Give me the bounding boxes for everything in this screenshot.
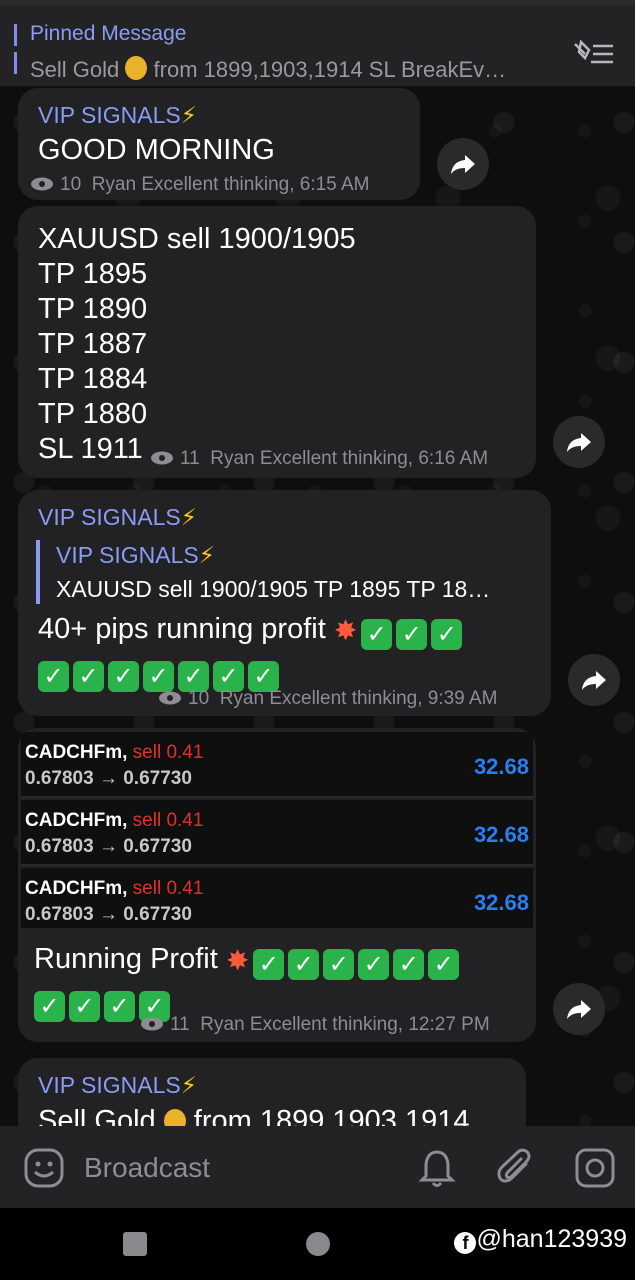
pinned-indicator: [14, 24, 17, 76]
check-icon: ✓: [323, 949, 355, 980]
reply-quote[interactable]: VIP SIGNALS⚡ XAUUSD sell 1900/1905 TP 18…: [36, 540, 490, 604]
check-icon: ✓: [428, 949, 460, 980]
message-text: Running Profit ✸ ✓ ✓ ✓ ✓ ✓ ✓ ✓ ✓ ✓ ✓: [34, 942, 524, 1022]
message-bubble[interactable]: XAUUSD sell 1900/1905 TP 1895 TP 1890 TP…: [18, 206, 536, 478]
pinned-title: Pinned Message: [30, 22, 187, 45]
camera-icon[interactable]: [575, 1148, 615, 1188]
check-icon: ✓: [104, 991, 135, 1022]
pinned-text: Sell Gold from 1899,1903,1914 SL BreakEv…: [30, 56, 507, 82]
message-text: GOOD MORNING: [38, 134, 275, 166]
check-icon: ✓: [358, 949, 390, 980]
check-icon: ✓: [361, 619, 393, 650]
bell-icon[interactable]: [418, 1148, 456, 1188]
lightning-icon: ⚡: [180, 1073, 197, 1099]
forward-button[interactable]: [553, 416, 605, 468]
check-icon: ✓: [38, 661, 69, 692]
forward-button[interactable]: [568, 654, 620, 706]
message-bubble[interactable]: VIP SIGNALS⚡ GOOD MORNING 10 Ryan Excell…: [18, 88, 420, 200]
check-icon: ✓: [431, 619, 463, 650]
lightning-icon: ⚡: [198, 543, 215, 569]
share-icon: [567, 1000, 591, 1019]
sender-name: VIP SIGNALS⚡: [38, 102, 197, 129]
attach-icon[interactable]: [496, 1148, 536, 1188]
lightning-icon: ⚡: [180, 103, 197, 129]
message-meta: 11 Ryan Excellent thinking, 6:16 AM: [150, 448, 488, 470]
share-icon: [567, 433, 591, 452]
medal-icon: [125, 56, 148, 80]
medal-icon: [163, 1109, 186, 1126]
system-nav-bar: f @han123939: [0, 1208, 635, 1280]
check-icon: ✓: [288, 949, 320, 980]
share-icon: [451, 155, 475, 174]
broadcast-input[interactable]: Broadcast: [84, 1152, 210, 1184]
views-icon: [31, 177, 53, 191]
message-meta: 10 Ryan Excellent thinking, 6:15 AM: [30, 174, 369, 196]
sender-name: VIP SIGNALS⚡: [38, 1072, 197, 1099]
lightning-icon: ⚡: [180, 505, 197, 531]
views-icon: [159, 691, 181, 705]
pinned-message-bar[interactable]: Pinned Message Sell Gold from 1899,1903,…: [0, 0, 635, 86]
sender-name: VIP SIGNALS⚡: [38, 504, 197, 531]
message-bubble[interactable]: VIP SIGNALS⚡ Sell Gold from 1899,1903,19…: [18, 1058, 526, 1126]
home-button[interactable]: [306, 1232, 330, 1256]
collision-icon: ✸: [225, 944, 250, 977]
share-icon: [582, 671, 606, 690]
views-icon: [141, 1017, 163, 1031]
message-bubble[interactable]: CADCHFm, sell 0.41 0.67803 → 0.67730 32.…: [18, 728, 536, 1042]
collision-icon: ✸: [333, 614, 358, 647]
message-bubble[interactable]: VIP SIGNALS⚡ VIP SIGNALS⚡ XAUUSD sell 19…: [18, 490, 551, 716]
watermark: f @han123939: [454, 1225, 627, 1254]
forward-button[interactable]: [437, 138, 489, 190]
message-text: XAUUSD sell 1900/1905 TP 1895 TP 1890 TP…: [38, 223, 356, 465]
pinned-list-icon[interactable]: [573, 40, 615, 66]
check-icon: ✓: [69, 991, 100, 1022]
message-meta: 11 Ryan Excellent thinking, 12:27 PM: [140, 1014, 490, 1036]
check-icon: ✓: [108, 661, 139, 692]
check-icon: ✓: [393, 949, 425, 980]
views-icon: [151, 451, 173, 465]
forward-button[interactable]: [553, 983, 605, 1035]
recents-button[interactable]: [123, 1232, 147, 1256]
check-icon: ✓: [253, 949, 285, 980]
emoji-icon[interactable]: [24, 1148, 64, 1188]
reply-text: XAUUSD sell 1900/1905 TP 1895 TP 18…: [56, 576, 491, 602]
trade-row: CADCHFm, sell 0.41 0.67803 → 0.67730 32.…: [21, 800, 533, 866]
check-icon: ✓: [34, 991, 65, 1022]
trade-screenshot[interactable]: CADCHFm, sell 0.41 0.67803 → 0.67730 32.…: [18, 728, 536, 928]
trade-row: CADCHFm, sell 0.41 0.67803 → 0.67730 32.…: [21, 868, 533, 928]
check-icon: ✓: [396, 619, 428, 650]
input-bar: Broadcast: [0, 1126, 635, 1208]
chat-area[interactable]: VIP SIGNALS⚡ GOOD MORNING 10 Ryan Excell…: [0, 86, 635, 1126]
trade-row: CADCHFm, sell 0.41 0.67803 → 0.67730 32.…: [21, 732, 533, 798]
message-text: Sell Gold from 1899,1903,1914: [38, 1104, 470, 1126]
facebook-icon: f: [454, 1232, 477, 1254]
message-text: 40+ pips running profit ✸ ✓ ✓ ✓ ✓ ✓ ✓ ✓ ✓ ✓ ✓: [38, 612, 538, 692]
message-meta: 10 Ryan Excellent thinking, 9:39 AM: [158, 688, 497, 710]
check-icon: ✓: [73, 661, 104, 692]
